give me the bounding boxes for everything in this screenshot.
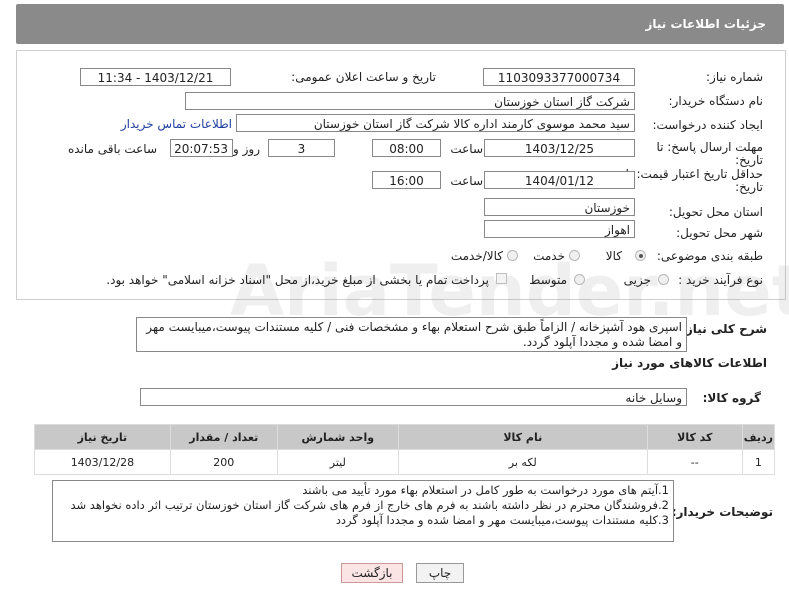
purchase-type-radio-minor[interactable]	[658, 274, 669, 285]
cell-row-number: 1	[741, 449, 776, 475]
category-label: طبقه بندی موضوعی:	[656, 249, 763, 263]
description-label: شرح كلی نیاز:	[681, 322, 767, 336]
province-field: خوزستان	[484, 198, 635, 216]
cell-item-code: --	[646, 449, 743, 475]
page-title: جزئیات اطلاعات نیاز	[645, 17, 766, 31]
buyer-org-field: شرکت گاز استان خوزستان	[185, 92, 635, 110]
purchase-type-radio-medium[interactable]	[574, 274, 585, 285]
validity-time-label: ساعت	[450, 174, 483, 188]
description-textarea[interactable]: اسپری هود آشپزخانه / الزاماً طبق شرح است…	[136, 317, 687, 352]
goods-section-title: اطلاعات کالاهای مورد نیاز	[612, 356, 767, 370]
need-number-field: 1103093377000734	[483, 68, 635, 86]
deadline-date-field: 1403/12/25	[484, 139, 635, 157]
validity-label: حداقل تاریخ اعتبار قیمت: تا	[625, 167, 763, 181]
announce-datetime-field: 1403/12/21 - 11:34	[80, 68, 231, 86]
column-header-quantity: تعداد / مقدار	[169, 424, 278, 450]
goods-group-label: گروه کالا:	[702, 391, 761, 405]
remaining-days-label: روز و	[233, 142, 260, 156]
cell-quantity: 200	[169, 449, 278, 475]
category-option-service: خدمت	[533, 249, 565, 263]
city-field: اهواز	[484, 220, 635, 238]
category-option-goods: کالا	[605, 249, 622, 263]
print-button[interactable]: چاپ	[416, 563, 464, 583]
buyer-contact-link[interactable]: اطلاعات تماس خریدار	[121, 117, 232, 131]
city-label: شهر محل تحویل:	[676, 226, 763, 240]
deadline-label: مهلت ارسال پاسخ: تا	[656, 140, 763, 154]
column-header-item-code: کد کالا	[646, 424, 743, 450]
deadline-time-label: ساعت	[450, 142, 483, 156]
column-header-need-date: تاریخ نیاز	[34, 424, 171, 450]
cell-need-date: 1403/12/28	[34, 449, 171, 475]
deadline-label-date: تاریخ:	[735, 153, 763, 167]
requester-label: ایجاد کننده درخواست:	[652, 118, 763, 132]
remaining-days-field: 3	[268, 139, 335, 157]
announce-datetime-label: تاریخ و ساعت اعلان عمومی:	[291, 70, 436, 84]
buyer-note-line: 2.فروشندگان محترم در نظر داشته باشند به …	[70, 498, 669, 512]
goods-table-header: ردیف کد کالا نام کالا واحد شمارش تعداد /…	[34, 424, 776, 450]
province-label: استان محل تحویل:	[668, 205, 763, 219]
category-option-goods-service: کالا/خدمت	[450, 249, 503, 263]
category-radio-goods-service[interactable]	[507, 250, 518, 261]
purchase-type-option-medium: متوسط	[529, 273, 567, 287]
remaining-time-label: ساعت باقی مانده	[67, 142, 157, 156]
need-number-label: شماره نیاز:	[706, 70, 763, 84]
table-row: 1 -- لکه بر لیتر 200 1403/12/28	[34, 449, 776, 475]
cell-unit: لیتر	[276, 449, 399, 475]
buyer-note-line: 1.آیتم های مورد درخواست به طور کامل در ا…	[302, 483, 669, 497]
buyer-note-line: 3.کلیه مستندات پیوست،میبایست مهر و امضا …	[335, 513, 669, 527]
validity-label-date: تاریخ:	[735, 180, 763, 194]
requester-field: سید محمد موسوی کارمند اداره کالا شرکت گا…	[236, 114, 635, 132]
buyer-notes-textarea[interactable]: 1.آیتم های مورد درخواست به طور کامل در ا…	[52, 480, 674, 542]
buyer-notes-label: توضیحات خریدار:	[671, 505, 773, 519]
treasury-payment-checkbox[interactable]	[496, 273, 507, 284]
category-radio-goods[interactable]	[635, 250, 646, 261]
buyer-org-label: نام دستگاه خریدار:	[668, 94, 764, 108]
treasury-payment-note: پرداخت تمام یا بخشی از مبلغ خرید،از محل …	[106, 273, 489, 287]
page-title-bar: جزئیات اطلاعات نیاز	[16, 4, 784, 44]
purchase-type-option-minor: جزیی	[623, 273, 651, 287]
column-header-row-number: ردیف	[741, 424, 776, 450]
goods-table: ردیف کد کالا نام کالا واحد شمارش تعداد /…	[34, 424, 776, 475]
validity-time-field: 16:00	[372, 171, 441, 189]
purchase-type-label: نوع فرآیند خرید :	[678, 273, 763, 287]
column-header-item-name: نام کالا	[397, 424, 648, 450]
deadline-time-field: 08:00	[372, 139, 441, 157]
back-button[interactable]: بازگشت	[341, 563, 403, 583]
goods-group-field: وسایل خانه	[140, 388, 687, 406]
remaining-time-field: 20:07:53	[170, 139, 233, 157]
cell-item-name: لکه بر	[397, 449, 648, 475]
validity-date-field: 1404/01/12	[484, 171, 635, 189]
column-header-unit: واحد شمارش	[276, 424, 399, 450]
category-radio-service[interactable]	[569, 250, 580, 261]
